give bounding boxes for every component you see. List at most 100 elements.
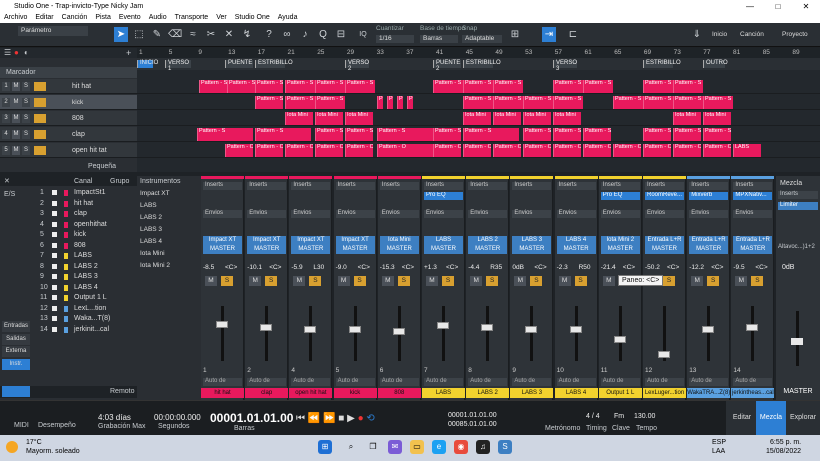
clip[interactable]: Iota Mini: [523, 112, 551, 125]
language-region[interactable]: LAA: [712, 448, 725, 455]
channel-pan[interactable]: <C>: [402, 264, 414, 271]
channel-list-item[interactable]: 10 LABS 4: [30, 283, 137, 293]
fader-track[interactable]: [309, 306, 313, 361]
channel-list-item[interactable]: 14 jerkinit...cal: [30, 325, 137, 335]
search-icon[interactable]: ⌕: [344, 440, 358, 454]
channel-name[interactable]: WakaTRA...Z(8): [687, 388, 731, 398]
clip[interactable]: Pattern - O: [345, 144, 373, 157]
side-tab[interactable]: Instr.: [2, 358, 30, 370]
weather-icon[interactable]: [6, 441, 18, 453]
solo-button[interactable]: S: [574, 276, 587, 286]
marker[interactable]: VERSO 3: [553, 60, 577, 72]
sends-slot[interactable]: Envios: [247, 210, 287, 218]
channel-io[interactable]: Entrada L+R MASTER: [733, 236, 773, 254]
marker[interactable]: ESTRIBILLO: [643, 60, 681, 68]
channel-output[interactable]: MASTER: [336, 245, 375, 254]
clip[interactable]: Pattern - S: [673, 128, 701, 141]
channel-output[interactable]: MASTER: [689, 245, 728, 254]
clip[interactable]: Pattern - O: [523, 144, 551, 157]
solo-button[interactable]: S: [707, 276, 720, 286]
clip[interactable]: Pattern - S: [643, 80, 673, 93]
browse-view-button[interactable]: Explorar: [786, 401, 820, 435]
channel-input[interactable]: Impact XT: [203, 236, 242, 245]
mute-tool-icon[interactable]: ✕: [222, 27, 236, 42]
instrument-item[interactable]: Iota Mini 2: [140, 262, 200, 269]
clip[interactable]: Pattern - S: [387, 96, 393, 109]
listen-icon[interactable]: ♪: [298, 27, 312, 42]
fader-track[interactable]: [530, 306, 534, 361]
channel-input[interactable]: LABS 2: [468, 236, 507, 245]
clip[interactable]: Pattern - S: [493, 80, 523, 93]
channel-pan[interactable]: <C>: [225, 264, 237, 271]
channel-list-item[interactable]: 9 LABS 3: [30, 272, 137, 282]
inserts-slot[interactable]: Inserts: [468, 182, 508, 190]
mute-button[interactable]: M: [205, 276, 217, 286]
clip[interactable]: Pattern - O: [703, 144, 731, 157]
mute-button[interactable]: M: [514, 276, 527, 286]
channel-visible-checkbox[interactable]: [52, 326, 57, 332]
fader-knob[interactable]: [260, 324, 273, 331]
clip[interactable]: Pattern - O: [463, 144, 491, 157]
channel-pan[interactable]: R35: [490, 264, 502, 271]
marker[interactable]: VERSO 2: [345, 60, 369, 72]
mute-button[interactable]: M: [381, 276, 394, 286]
menu-item[interactable]: Audio: [145, 14, 171, 21]
inserts-slot[interactable]: Inserts: [424, 182, 463, 190]
channel-visible-checkbox[interactable]: [52, 200, 57, 206]
fader-track[interactable]: [486, 306, 490, 361]
clip[interactable]: Pattern - S: [285, 96, 315, 109]
close-button[interactable]: ✕: [792, 2, 820, 11]
marker-lane[interactable]: INICIO VERSO 1 PUENTE ESTRIBILLO VERSO 2 PUEN…: [137, 58, 820, 72]
clip[interactable]: Pattern - S: [315, 96, 345, 109]
loop-icon[interactable]: ∞: [280, 27, 294, 42]
solo-button[interactable]: S: [530, 276, 543, 286]
channel-visible-checkbox[interactable]: [52, 274, 57, 279]
menu-item[interactable]: Studio One: [231, 14, 274, 21]
mute-button[interactable]: M: [12, 82, 20, 91]
insert-plugin[interactable]: Pro EQ: [424, 192, 463, 200]
fader-knob[interactable]: [437, 322, 449, 329]
eraser-tool-icon[interactable]: ⌫: [168, 27, 182, 42]
close-panel-icon[interactable]: ✕: [4, 177, 10, 185]
fader-knob[interactable]: [392, 328, 405, 335]
minimize-button[interactable]: —: [736, 2, 764, 11]
channel-io[interactable]: Iota Mini MASTER: [379, 236, 419, 254]
fader-track[interactable]: [574, 306, 578, 361]
channel-output[interactable]: MASTER: [424, 245, 463, 254]
song-link[interactable]: Canción: [740, 31, 764, 38]
channel-io[interactable]: LABS MASTER: [424, 236, 463, 254]
clip[interactable]: Pattern - S: [345, 80, 375, 93]
automation-mode[interactable]: Auto de: [291, 378, 331, 386]
fader-track[interactable]: [221, 306, 224, 361]
clip[interactable]: Pattern - S: [553, 128, 581, 141]
sends-slot[interactable]: Envios: [733, 210, 773, 218]
channel-io[interactable]: Entrada L+R MASTER: [645, 236, 684, 254]
channel-output[interactable]: MASTER: [247, 245, 286, 254]
clip[interactable]: Pattern - S: [397, 96, 403, 109]
fader-track[interactable]: [751, 306, 755, 361]
split-tool-icon[interactable]: ✂: [204, 27, 218, 42]
bars-display[interactable]: 00001.01.01.00: [210, 411, 293, 425]
task-view-icon[interactable]: ❐: [366, 440, 380, 454]
clip[interactable]: Pattern - S: [315, 80, 345, 93]
remote-button[interactable]: Remoto: [110, 388, 135, 395]
clip[interactable]: Pattern - S: [377, 96, 383, 109]
stop-icon[interactable]: ■: [338, 413, 344, 424]
channel-output[interactable]: MASTER: [601, 245, 640, 254]
fader-track[interactable]: [265, 306, 269, 361]
channel-input[interactable]: Iota Mini 2: [601, 236, 640, 245]
timebase-select[interactable]: Barras: [420, 35, 458, 43]
clip[interactable]: Pattern - O: [315, 144, 343, 157]
solo-button[interactable]: S: [663, 276, 675, 286]
clip[interactable]: Iota Mini: [673, 112, 701, 125]
clip[interactable]: Pattern - S: [493, 96, 523, 109]
inserts-slot[interactable]: Inserts: [733, 182, 773, 190]
automation-mode[interactable]: Auto de: [733, 378, 773, 386]
channel-visible-checkbox[interactable]: [52, 221, 57, 227]
clip[interactable]: Pattern - S: [703, 96, 733, 109]
mute-button[interactable]: M: [735, 276, 748, 286]
mute-button[interactable]: M: [249, 276, 262, 286]
inserts-slot[interactable]: Inserts: [203, 182, 242, 190]
channel-pan[interactable]: <C>: [534, 264, 546, 271]
auto-scroll-icon[interactable]: ⇥: [542, 27, 556, 42]
